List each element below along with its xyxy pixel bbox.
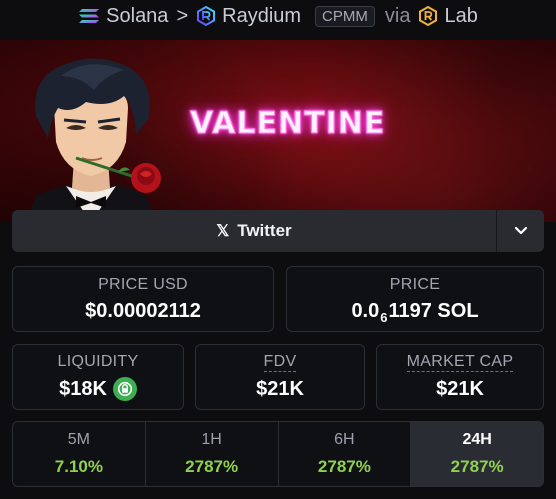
banner-title: VALENTINE xyxy=(189,106,386,142)
price-usd-value: $0.00002112 xyxy=(85,299,201,322)
x-icon: 𝕏 xyxy=(216,223,230,240)
launchpad-name: Lab xyxy=(444,4,478,27)
price-change-tabs: 5M 7.10% 1H 2787% 6H 2787% 24H 2787% xyxy=(12,421,544,487)
tab-change-value: 7.10% xyxy=(54,457,103,476)
price-native-label: PRICE xyxy=(389,275,441,293)
breadcrumb-dex[interactable]: Raydium CPMM xyxy=(196,5,375,28)
market-cap-label[interactable]: MARKET CAP xyxy=(406,353,514,372)
price-usd-card: PRICE USD $0.00002112 xyxy=(12,266,274,332)
tab-label: 24H xyxy=(462,431,492,448)
tab-change-value: 2787% xyxy=(450,457,504,476)
socials-bar: 𝕏 Twitter xyxy=(12,210,544,252)
breadcrumb-chain[interactable]: Solana xyxy=(78,5,168,28)
socials-dropdown-button[interactable] xyxy=(496,210,544,252)
solana-icon xyxy=(79,9,100,23)
tab-label: 1H xyxy=(201,431,222,448)
twitter-label: Twitter xyxy=(237,221,292,240)
market-cap-value: $21K xyxy=(436,378,484,400)
lab-icon xyxy=(419,6,438,26)
liquidity-label: LIQUIDITY xyxy=(57,353,139,370)
liquidity-card: LIQUIDITY $18K xyxy=(12,344,184,410)
tab-6h[interactable]: 6H 2787% xyxy=(279,422,412,486)
tab-5m[interactable]: 5M 7.10% xyxy=(13,422,146,486)
tab-change-value: 2787% xyxy=(185,457,239,476)
breadcrumb-launchpad[interactable]: Lab xyxy=(418,4,478,28)
price-usd-label: PRICE USD xyxy=(98,275,188,293)
price-native-value: 0.0 6 1197 SOL xyxy=(351,299,479,325)
dex-name: Raydium xyxy=(222,4,302,27)
chain-name: Solana xyxy=(106,4,169,27)
breadcrumb-separator: > xyxy=(176,4,189,27)
token-banner: VALENTINE xyxy=(0,40,556,222)
token-portrait xyxy=(26,58,161,222)
tab-change-value: 2787% xyxy=(317,457,371,476)
price-native-prefix: 0.0 xyxy=(351,299,380,322)
via-text: via xyxy=(384,4,411,27)
tab-1h[interactable]: 1H 2787% xyxy=(146,422,279,486)
twitter-button[interactable]: 𝕏 Twitter xyxy=(12,210,496,252)
market-cap-card: MARKET CAP $21K xyxy=(376,344,544,410)
tab-label: 5M xyxy=(67,431,90,448)
breadcrumb: Solana > Raydium CPMM via Lab xyxy=(0,0,556,32)
fdv-value: $21K xyxy=(256,378,304,400)
liquidity-value-row: $18K xyxy=(59,377,137,401)
lock-icon[interactable] xyxy=(112,377,137,401)
pool-type-badge: CPMM xyxy=(315,5,375,27)
tab-label: 6H xyxy=(334,431,355,448)
price-native-zero-count: 6 xyxy=(380,309,388,325)
tab-24h[interactable]: 24H 2787% xyxy=(411,422,543,486)
liquidity-value: $18K xyxy=(59,377,107,400)
price-native-suffix: 1197 SOL xyxy=(388,299,479,322)
raydium-icon xyxy=(197,6,216,26)
price-native-card: PRICE 0.0 6 1197 SOL xyxy=(286,266,544,332)
fdv-label[interactable]: FDV xyxy=(263,353,297,372)
chevron-down-icon xyxy=(514,226,527,235)
fdv-card: FDV $21K xyxy=(195,344,365,410)
